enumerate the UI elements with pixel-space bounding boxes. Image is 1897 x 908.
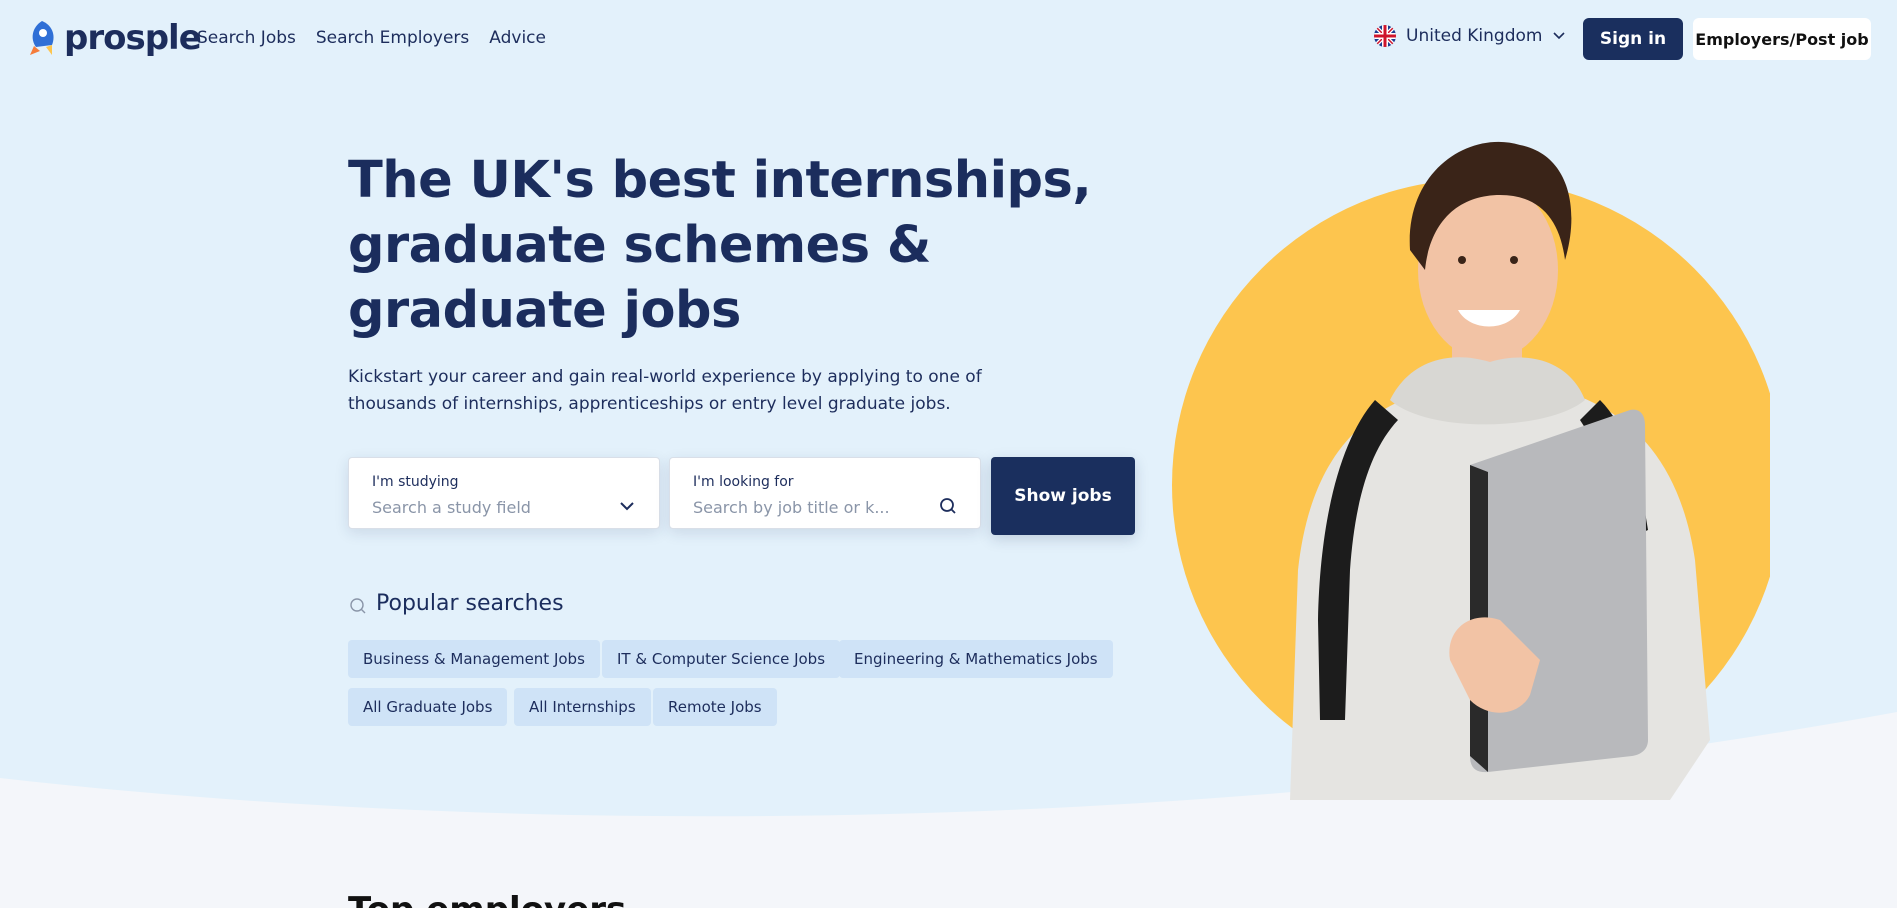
country-selector[interactable]: United Kingdom [1374,25,1566,47]
popular-search-chip[interactable]: All Graduate Jobs [348,688,508,726]
sign-in-button[interactable]: Sign in [1583,18,1683,60]
study-field-input[interactable] [372,496,612,518]
top-employers-heading: Top employers [348,890,626,908]
job-search-field[interactable]: I'm looking for [669,457,981,529]
country-label: United Kingdom [1406,26,1543,46]
uk-flag-icon [1374,25,1396,47]
nav-search-employers[interactable]: Search Employers [316,28,469,48]
popular-search-chip[interactable]: All Internships [514,688,651,726]
hero-subtext: Kickstart your career and gain real-worl… [348,367,982,414]
student-photo [1172,141,1770,800]
popular-search-chip[interactable]: Business & Management Jobs [348,640,600,678]
popular-search-chip[interactable]: Engineering & Mathematics Jobs [839,640,1113,678]
chevron-down-icon [1553,32,1566,40]
job-search-input[interactable] [693,496,933,518]
brand-name: prosple [64,18,202,58]
popular-search-chip[interactable]: Remote Jobs [653,688,777,726]
search-icon[interactable] [938,496,958,516]
hero-headline: The UK's best internships, graduate sche… [348,151,1092,340]
popular-search-chip[interactable]: IT & Computer Science Jobs [602,640,841,678]
nav-advice[interactable]: Advice [489,28,546,48]
search-icon [350,598,366,614]
study-field-dropdown[interactable]: I'm studying [348,457,660,529]
prosple-logo[interactable]: prosple [26,18,202,58]
hero-section [0,0,1897,908]
show-jobs-button[interactable]: Show jobs [991,457,1135,535]
popular-searches-heading: Popular searches [348,590,564,616]
job-search-label: I'm looking for [693,474,794,490]
site-header: prosple Search Jobs Search Employers Adv… [0,0,1897,78]
popular-searches-title: Popular searches [376,590,564,616]
rocket-logo-icon [30,21,54,55]
main-nav: Search Jobs Search Employers Advice [197,28,546,48]
employers-post-job-button[interactable]: Employers/Post job [1693,18,1871,60]
study-field-label: I'm studying [372,474,459,490]
nav-search-jobs[interactable]: Search Jobs [197,28,296,48]
chevron-down-icon[interactable] [617,496,637,516]
